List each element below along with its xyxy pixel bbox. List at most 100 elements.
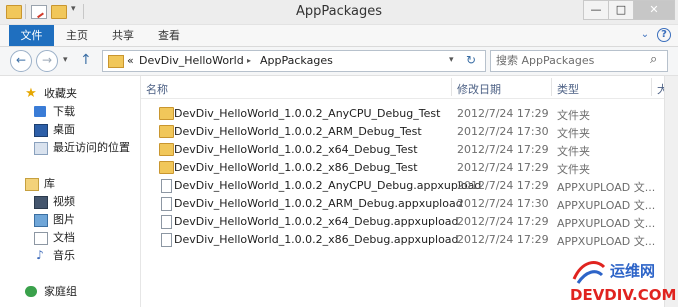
back-button[interactable]: ← bbox=[10, 50, 32, 72]
close-button[interactable]: ✕ bbox=[633, 0, 675, 20]
file-date: 2012/7/24 17:29 bbox=[457, 107, 549, 120]
music-icon: ♪ bbox=[36, 248, 44, 262]
column-divider[interactable] bbox=[451, 78, 452, 96]
file-row[interactable]: DevDiv_HelloWorld_1.0.0.2_AnyCPU_Debug.a… bbox=[141, 176, 661, 194]
documents-icon bbox=[34, 232, 48, 245]
watermark: 运维网 DEVDIV.COM bbox=[570, 255, 678, 307]
desktop-icon bbox=[34, 124, 48, 137]
library-icon bbox=[25, 178, 39, 191]
watermark-url: DEVDIV.COM bbox=[570, 286, 677, 304]
folder-icon bbox=[159, 125, 174, 138]
expand-ribbon-icon[interactable]: ⌄ bbox=[638, 28, 652, 42]
file-icon bbox=[161, 233, 172, 247]
file-row[interactable]: DevDiv_HelloWorld_1.0.0.2_x86_Debug.appx… bbox=[141, 230, 661, 248]
window-title: AppPackages bbox=[295, 4, 383, 19]
sidebar-item-label: 家庭组 bbox=[44, 285, 77, 298]
watermark-logo-icon bbox=[572, 261, 606, 284]
file-row[interactable]: DevDiv_HelloWorld_1.0.0.2_ARM_Debug.appx… bbox=[141, 194, 661, 212]
address-dropdown-icon[interactable]: ▾ bbox=[449, 55, 454, 65]
sidebar-item-label: 最近访问的位置 bbox=[53, 141, 130, 154]
help-icon[interactable]: ? bbox=[657, 28, 671, 42]
ribbon-tabs: 文件 主页 共享 查看 ⌄ ? bbox=[0, 25, 678, 47]
file-name: DevDiv_HelloWorld_1.0.0.2_AnyCPU_Debug_T… bbox=[174, 107, 441, 120]
file-name: DevDiv_HelloWorld_1.0.0.2_x64_Debug.appx… bbox=[174, 215, 459, 228]
file-icon bbox=[161, 215, 172, 229]
title-bar: ▾ AppPackages — □ ✕ bbox=[0, 0, 678, 25]
address-bar[interactable]: « DevDiv_HelloWorld ▸ AppPackages ▾ ↻ bbox=[102, 50, 486, 72]
maximize-button[interactable]: □ bbox=[608, 0, 634, 20]
search-box[interactable]: ⌕ bbox=[490, 50, 668, 72]
breadcrumb-apppackages[interactable]: AppPackages bbox=[260, 54, 333, 67]
pictures-icon bbox=[34, 214, 48, 227]
file-name: DevDiv_HelloWorld_1.0.0.2_AnyCPU_Debug.a… bbox=[174, 179, 482, 192]
videos-icon bbox=[34, 196, 48, 209]
tab-view[interactable]: 查看 bbox=[150, 25, 188, 46]
folder-icon bbox=[159, 161, 174, 174]
recent-places-icon bbox=[34, 142, 48, 155]
column-header-name[interactable]: 名称 bbox=[146, 81, 168, 97]
tab-home[interactable]: 主页 bbox=[58, 25, 96, 46]
tab-share[interactable]: 共享 bbox=[104, 25, 142, 46]
file-type: 文件夹 bbox=[557, 127, 590, 140]
tab-file[interactable]: 文件 bbox=[9, 25, 54, 46]
file-type: APPXUPLOAD 文... bbox=[557, 199, 656, 212]
file-type: 文件夹 bbox=[557, 109, 590, 122]
sidebar-item-label: 库 bbox=[44, 177, 55, 190]
file-row[interactable]: DevDiv_HelloWorld_1.0.0.2_AnyCPU_Debug_T… bbox=[141, 104, 661, 122]
file-name: DevDiv_HelloWorld_1.0.0.2_x86_Debug_Test bbox=[174, 161, 418, 174]
file-date: 2012/7/24 17:29 bbox=[457, 233, 549, 246]
file-date: 2012/7/24 17:30 bbox=[457, 125, 549, 138]
file-icon bbox=[161, 179, 172, 193]
file-name: DevDiv_HelloWorld_1.0.0.2_ARM_Debug_Test bbox=[174, 125, 422, 138]
folder-icon bbox=[159, 107, 174, 120]
column-divider[interactable] bbox=[551, 78, 552, 96]
sidebar-item-label: 图片 bbox=[53, 213, 75, 226]
search-input[interactable] bbox=[496, 54, 646, 67]
sidebar-item-label: 视频 bbox=[53, 195, 75, 208]
sidebar-item-label: 音乐 bbox=[53, 249, 75, 262]
file-row[interactable]: DevDiv_HelloWorld_1.0.0.2_x64_Debug.appx… bbox=[141, 212, 661, 230]
folder-icon bbox=[108, 55, 124, 68]
column-header-date[interactable]: 修改日期 bbox=[457, 81, 501, 97]
breadcrumb-overflow[interactable]: « bbox=[127, 54, 134, 67]
file-date: 2012/7/24 17:29 bbox=[457, 215, 549, 228]
star-icon: ★ bbox=[25, 86, 37, 101]
file-row[interactable]: DevDiv_HelloWorld_1.0.0.2_x64_Debug_Test… bbox=[141, 140, 661, 158]
column-headers: 名称 修改日期 类型 大 bbox=[141, 76, 678, 99]
file-type: APPXUPLOAD 文... bbox=[557, 217, 656, 230]
folder-icon bbox=[159, 143, 174, 156]
sidebar-item-label: 收藏夹 bbox=[44, 87, 77, 100]
minimize-button[interactable]: — bbox=[583, 0, 609, 20]
up-arrow-icon[interactable]: ↑ bbox=[80, 52, 92, 68]
downloads-icon bbox=[34, 106, 46, 117]
file-date: 2012/7/24 17:29 bbox=[457, 143, 549, 156]
file-row[interactable]: DevDiv_HelloWorld_1.0.0.2_ARM_Debug_Test… bbox=[141, 122, 661, 140]
file-name: DevDiv_HelloWorld_1.0.0.2_x64_Debug_Test bbox=[174, 143, 418, 156]
sidebar-item-label: 桌面 bbox=[53, 123, 75, 136]
refresh-icon[interactable]: ↻ bbox=[466, 53, 476, 67]
search-icon[interactable]: ⌕ bbox=[650, 52, 657, 67]
column-header-type[interactable]: 类型 bbox=[557, 81, 579, 97]
file-type: APPXUPLOAD 文... bbox=[557, 181, 656, 194]
file-type: 文件夹 bbox=[557, 163, 590, 176]
breadcrumb-devdiv-helloworld[interactable]: DevDiv_HelloWorld bbox=[139, 54, 244, 67]
file-date: 2012/7/24 17:29 bbox=[457, 179, 549, 192]
file-type: APPXUPLOAD 文... bbox=[557, 235, 656, 248]
homegroup-icon bbox=[25, 286, 37, 297]
file-row[interactable]: DevDiv_HelloWorld_1.0.0.2_x86_Debug_Test… bbox=[141, 158, 661, 176]
file-icon bbox=[161, 197, 172, 211]
file-name: DevDiv_HelloWorld_1.0.0.2_x86_Debug.appx… bbox=[174, 233, 459, 246]
navigation-pane: ★ 收藏夹 下载 桌面 最近访问的位置 库 视频 图片 文档 ♪ 音乐 家庭组 bbox=[0, 76, 141, 307]
breadcrumb-separator-icon[interactable]: ▸ bbox=[247, 56, 251, 65]
sidebar-item-label: 文档 bbox=[53, 231, 75, 244]
navigation-bar: ← → ▾ ↑ « DevDiv_HelloWorld ▸ AppPackage… bbox=[0, 47, 678, 76]
watermark-text: 运维网 bbox=[610, 262, 656, 280]
column-divider[interactable] bbox=[651, 78, 652, 96]
file-type: 文件夹 bbox=[557, 145, 590, 158]
forward-button[interactable]: → bbox=[36, 50, 58, 72]
sidebar-item-label: 下载 bbox=[53, 105, 75, 118]
recent-locations-dropdown[interactable]: ▾ bbox=[63, 55, 68, 65]
file-date: 2012/7/24 17:30 bbox=[457, 197, 549, 210]
file-date: 2012/7/24 17:29 bbox=[457, 161, 549, 174]
file-name: DevDiv_HelloWorld_1.0.0.2_ARM_Debug.appx… bbox=[174, 197, 463, 210]
